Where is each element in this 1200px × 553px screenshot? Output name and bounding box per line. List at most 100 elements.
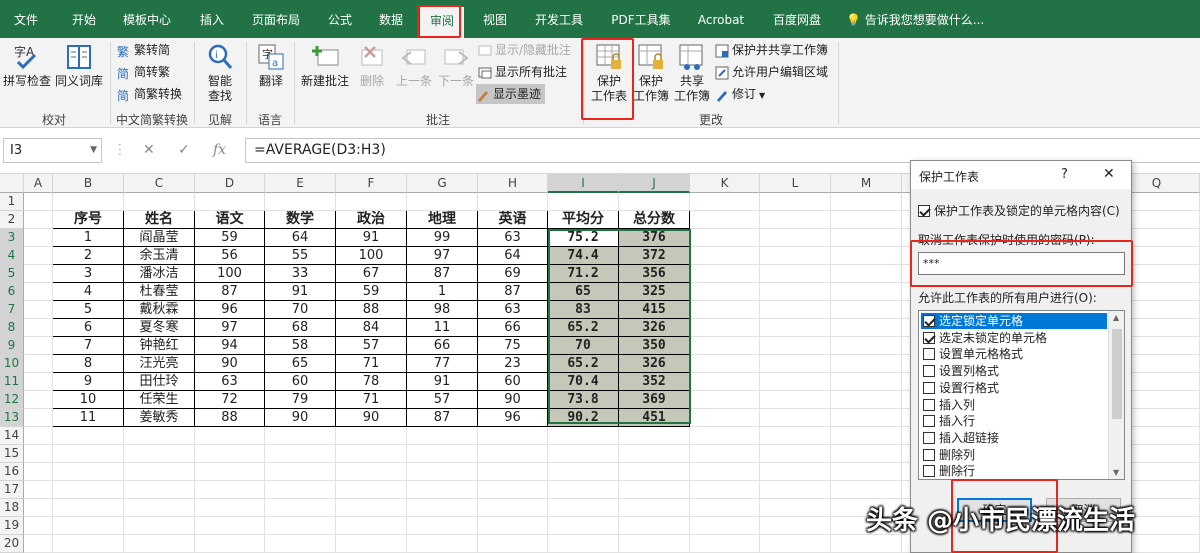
- chevron-down-icon[interactable]: ▼: [90, 139, 97, 162]
- cell[interactable]: [690, 499, 760, 517]
- table-cell[interactable]: 阎晶莹: [124, 229, 195, 247]
- table-header-cell[interactable]: 平均分: [548, 211, 619, 229]
- cell[interactable]: [407, 463, 478, 481]
- cell[interactable]: [407, 427, 478, 445]
- table-cell[interactable]: 9: [53, 373, 124, 391]
- cancel-entry-icon[interactable]: ✕: [143, 138, 155, 163]
- column-header-j[interactable]: J: [619, 174, 690, 193]
- table-cell[interactable]: 100: [195, 265, 265, 283]
- checkbox-unchecked[interactable]: [923, 465, 935, 478]
- cell[interactable]: [478, 535, 548, 553]
- checkbox-unchecked[interactable]: [923, 365, 935, 378]
- table-cell[interactable]: 5: [53, 301, 124, 319]
- cell[interactable]: [24, 499, 53, 517]
- table-cell[interactable]: 57: [407, 391, 478, 409]
- column-header-a[interactable]: A: [24, 174, 53, 193]
- cell[interactable]: [24, 535, 53, 553]
- cell[interactable]: [124, 499, 195, 517]
- tab-insert[interactable]: 插入: [192, 9, 232, 31]
- cell[interactable]: [265, 481, 336, 499]
- table-cell[interactable]: 59: [336, 283, 407, 301]
- cell[interactable]: [124, 445, 195, 463]
- table-cell[interactable]: 87: [407, 265, 478, 283]
- cell[interactable]: [690, 265, 760, 283]
- cell[interactable]: [831, 535, 902, 553]
- cell[interactable]: [265, 193, 336, 211]
- cell[interactable]: [690, 211, 760, 229]
- table-cell[interactable]: 97: [195, 319, 265, 337]
- cell[interactable]: [24, 265, 53, 283]
- table-cell[interactable]: 潘冰洁: [124, 265, 195, 283]
- cell[interactable]: [760, 499, 831, 517]
- table-cell[interactable]: 352: [619, 373, 690, 391]
- tab-developer[interactable]: 开发工具: [530, 9, 588, 31]
- protect-contents-checkbox[interactable]: 保护工作表及锁定的单元格内容(C): [918, 202, 1120, 219]
- cell[interactable]: [336, 535, 407, 553]
- table-cell[interactable]: 姜敏秀: [124, 409, 195, 427]
- row-header-14[interactable]: 14: [0, 427, 24, 445]
- cell[interactable]: [690, 283, 760, 301]
- row-header-12[interactable]: 12: [0, 391, 24, 409]
- table-cell[interactable]: 451: [619, 409, 690, 427]
- table-cell[interactable]: 415: [619, 301, 690, 319]
- table-cell[interactable]: 65: [265, 355, 336, 373]
- cell[interactable]: [195, 445, 265, 463]
- cell[interactable]: [690, 319, 760, 337]
- cell[interactable]: [53, 481, 124, 499]
- help-icon[interactable]: ?: [1061, 167, 1068, 182]
- row-header-11[interactable]: 11: [0, 373, 24, 391]
- cell[interactable]: [690, 247, 760, 265]
- tab-baidu-netdisk[interactable]: 百度网盘: [768, 9, 826, 31]
- checkbox-unchecked[interactable]: [923, 431, 935, 444]
- trad-to-simp-button[interactable]: 繁繁转简: [117, 40, 170, 60]
- cell[interactable]: [760, 391, 831, 409]
- tab-template-center[interactable]: 模板中心: [118, 9, 176, 31]
- column-header-h[interactable]: H: [478, 174, 548, 193]
- cell[interactable]: [53, 463, 124, 481]
- cell[interactable]: [407, 445, 478, 463]
- table-cell[interactable]: 74.4: [548, 247, 619, 265]
- cell[interactable]: [690, 337, 760, 355]
- cell[interactable]: [478, 427, 548, 445]
- row-header-7[interactable]: 7: [0, 301, 24, 319]
- permission-item[interactable]: 设置单元格格式: [921, 346, 1107, 362]
- cell[interactable]: [760, 193, 831, 211]
- row-header-9[interactable]: 9: [0, 337, 24, 355]
- table-cell[interactable]: 69: [478, 265, 548, 283]
- table-cell[interactable]: 65.2: [548, 355, 619, 373]
- cell[interactable]: [195, 499, 265, 517]
- cell[interactable]: [760, 247, 831, 265]
- cell[interactable]: [195, 427, 265, 445]
- table-cell[interactable]: 98: [407, 301, 478, 319]
- checkbox-unchecked[interactable]: [923, 415, 935, 428]
- cell[interactable]: [124, 517, 195, 535]
- cell[interactable]: [265, 445, 336, 463]
- cell[interactable]: [548, 535, 619, 553]
- table-header-cell[interactable]: 语文: [195, 211, 265, 229]
- table-cell[interactable]: 87: [478, 283, 548, 301]
- cell[interactable]: [24, 427, 53, 445]
- tell-me-box[interactable]: 💡 告诉我您想要做什么...: [846, 9, 996, 31]
- table-cell[interactable]: 87: [195, 283, 265, 301]
- delete-comment-button[interactable]: 删除: [354, 42, 390, 89]
- share-workbook-button[interactable]: 共享 工作簿: [672, 42, 712, 104]
- cell[interactable]: [619, 535, 690, 553]
- row-header-20[interactable]: 20: [0, 535, 24, 553]
- cell[interactable]: [831, 391, 902, 409]
- table-cell[interactable]: 326: [619, 355, 690, 373]
- cell[interactable]: [690, 445, 760, 463]
- table-cell[interactable]: 田仕玲: [124, 373, 195, 391]
- row-header-2[interactable]: 2: [0, 211, 24, 229]
- table-cell[interactable]: 3: [53, 265, 124, 283]
- permissions-scrollbar[interactable]: ▲ ▼: [1108, 311, 1124, 479]
- table-cell[interactable]: 72: [195, 391, 265, 409]
- table-cell[interactable]: 65.2: [548, 319, 619, 337]
- cell[interactable]: [407, 499, 478, 517]
- cell[interactable]: [195, 463, 265, 481]
- cell[interactable]: [831, 409, 902, 427]
- table-cell[interactable]: 326: [619, 319, 690, 337]
- table-cell[interactable]: 70: [548, 337, 619, 355]
- cell[interactable]: [195, 535, 265, 553]
- table-cell[interactable]: 汪光亮: [124, 355, 195, 373]
- column-header-f[interactable]: F: [336, 174, 407, 193]
